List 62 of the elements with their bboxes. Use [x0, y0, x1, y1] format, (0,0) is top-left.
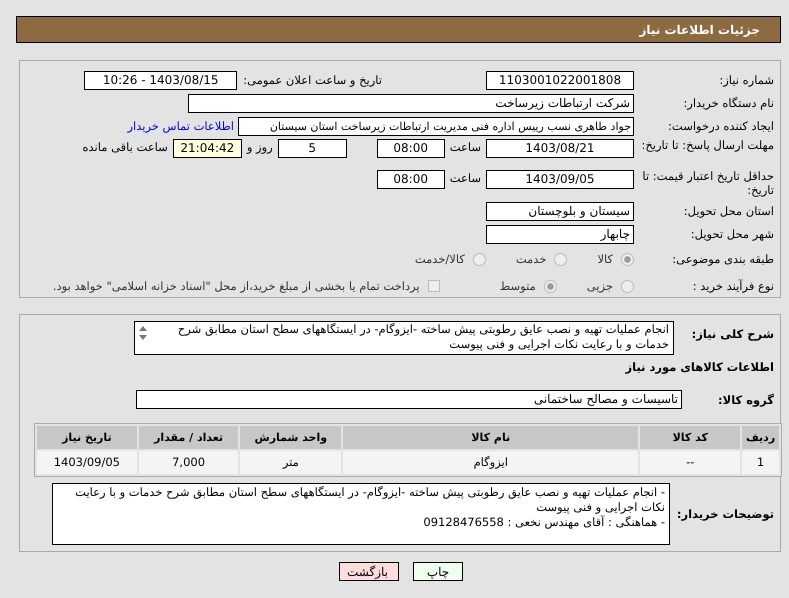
back-button[interactable]: بازگشت: [339, 562, 399, 581]
buyer-notes-textarea[interactable]: - انجام عملیات تهیه و نصب عایق رطوبتی پیش ساخته -ایزوگام- در ایستگاههای سطح استان مطابق شرح خدمات و با رعایت نکات اجرایی و فنی پیوست - هماهنگی : آقای مهندس نخعی : 09128476558: [52, 483, 670, 545]
province-field: سیستان و بلوچستان: [486, 202, 634, 220]
radio-button[interactable]: [554, 252, 568, 266]
table-cell: ایزوگام: [343, 451, 638, 474]
section-heading: اطلاعات کالاهای مورد نیاز: [624, 360, 775, 374]
field-label: شماره نیاز:: [718, 73, 774, 87]
table-cell: 1403/09/05: [36, 451, 137, 474]
table-cell: 7,000: [138, 451, 238, 474]
radio-button[interactable]: [472, 252, 486, 266]
announce-date-field: 1403/08/15 - 10:26: [84, 70, 238, 90]
column-header: تعداد / مقدار: [138, 426, 238, 449]
column-header: ردیف: [742, 426, 779, 449]
field-label: توضیحات خریدار:: [676, 507, 774, 521]
city-field: چابهار: [486, 224, 634, 244]
field-label: ساعت باقی مانده: [82, 139, 168, 156]
table-cell: متر: [240, 451, 342, 474]
option-label: كالا: [597, 252, 613, 266]
column-header: تاریخ نیاز: [36, 426, 137, 449]
option-label: كالا/خدمت: [414, 252, 465, 266]
requester-field: جواد طاهری نسب رییس اداره فنی مدیریت ارتباطات زیرساخت استان سیستان: [238, 116, 634, 136]
option-label: پرداخت تمام یا بخشی از مبلغ خرید،از محل "اسناد خزانه اسلامی" خواهد بود.: [52, 279, 420, 293]
field-label: نام دستگاه خریدار:: [682, 96, 774, 110]
field-label: شرح کلی نیاز:: [690, 326, 774, 341]
field-label: روز و: [246, 139, 273, 156]
radio-button[interactable]: [621, 280, 634, 292]
validity-date-field: 1403/09/05: [486, 170, 634, 189]
deadline-date-field: 1403/08/21: [486, 139, 634, 158]
column-header: نام کالا: [343, 426, 638, 449]
field-label: نوع فرآیند خرید :: [692, 279, 774, 293]
field-label: مهلت ارسال پاسخ: تا تاریخ:: [640, 138, 774, 152]
summary-textarea[interactable]: انجام عملیات تهیه و نصب عایق رطوبتی پیش ساخته -ایزوگام- در ایستگاههای سطح استان مطابق شرح خدمات و با رعایت نکات اجرایی و فنی پیوست: [134, 321, 674, 355]
field-label: تاریخ و ساعت اعلان عمومی:: [243, 73, 382, 87]
need-number-field: 1103001022001808: [486, 70, 634, 90]
remaining-time-field: 21:04:42: [172, 139, 242, 158]
field-label: حداقل تاریخ اعتبار قیمت: تا تاریخ:: [641, 169, 774, 197]
checkbox[interactable]: [428, 280, 440, 292]
radio-button[interactable]: [544, 280, 557, 292]
table-cell: 1: [742, 451, 779, 474]
field-label: طبقه بندی موضوعی:: [671, 252, 774, 266]
field-label: استان محل تحویل:: [682, 204, 774, 218]
option-label: خدمت: [516, 252, 546, 266]
field-label: ساعت: [450, 139, 481, 156]
field-label: ساعت: [450, 170, 481, 187]
column-header: واحد شمارش: [240, 426, 342, 449]
option-label: جزیی: [586, 279, 613, 293]
buyer-org-field: شرکت ارتباطات زیرساخت: [188, 94, 634, 112]
table-cell: --: [640, 451, 740, 474]
field-label: گروه کالا:: [717, 392, 774, 406]
deadline-time-field: 08:00: [376, 139, 445, 158]
print-button[interactable]: چاپ: [413, 562, 463, 581]
scroll-arrows-icon[interactable]: [137, 324, 149, 342]
days-field: 5: [278, 139, 347, 158]
page-title: جزئیات اطلاعات نیاز: [639, 22, 760, 36]
radio-button[interactable]: [621, 252, 634, 266]
field-label: ایجاد کننده درخواست:: [667, 119, 774, 133]
buyer-contact-link[interactable]: اطلاعات تماس خریدار: [127, 119, 234, 133]
option-label: متوسط: [500, 279, 536, 293]
column-header: کد کالا: [640, 426, 740, 449]
validity-time-field: 08:00: [376, 170, 445, 189]
goods-group-field: تاسیسات و مصالح ساختمانی: [136, 390, 682, 409]
field-label: شهر محل تحویل:: [690, 227, 774, 241]
